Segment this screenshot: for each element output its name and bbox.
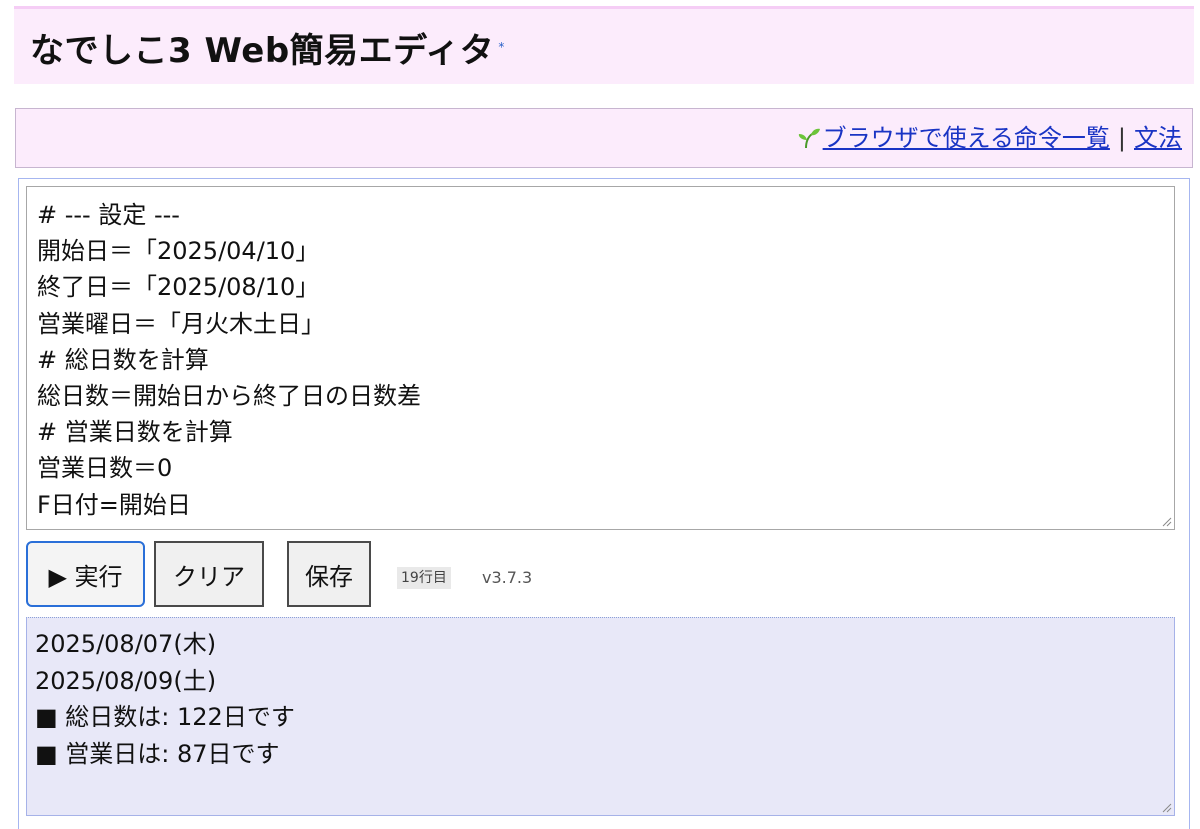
code-line: 営業日数＝0 [37,454,173,483]
code-line: # 営業日数を計算 [37,418,233,447]
page-title: なでしこ3 Web簡易エディタ * [30,31,505,71]
code-line: 営業曜日＝「月火木土日」 [37,309,325,338]
link-separator: | [1117,124,1126,152]
title-bar: なでしこ3 Web簡易エディタ * [14,6,1194,84]
link-bar: ブラウザで使える命令一覧 | 文法 [15,108,1193,168]
code-line: F日付=開始日 [37,490,191,519]
output-area[interactable]: 2025/08/07(木) 2025/08/09(土) ■ 総日数は: 122日です… [26,617,1175,816]
commands-link-label: ブラウザで使える命令一覧 [822,124,1110,152]
code-line: 開始日＝「2025/04/10」 [37,237,320,266]
commands-link[interactable]: ブラウザで使える命令一覧 [795,124,1110,152]
save-button[interactable]: 保存 [287,541,371,607]
output-lines: 2025/08/07(木) 2025/08/09(土) ■ 総日数は: 122日です… [35,626,295,772]
code-editor[interactable]: # --- 設定 --- 開始日＝「2025/04/10」 終了日＝「2025/08… [26,186,1175,530]
code-line: 総日数＝開始日から終了日の日数差 [37,382,421,411]
output-line: 2025/08/09(土) [35,666,217,695]
grammar-link[interactable]: 文法 [1134,124,1182,152]
sprout-icon [798,128,820,149]
code-line: # 総日数を計算 [37,345,209,374]
link-group: ブラウザで使える命令一覧 | 文法 [795,122,1182,154]
output-resize-grip-icon[interactable] [1160,801,1172,813]
clear-button[interactable]: クリア [154,541,264,607]
code-line: # --- 設定 --- [37,201,180,229]
output-line: 2025/08/07(木) [35,630,217,658]
code-lines: # --- 設定 --- 開始日＝「2025/04/10」 終了日＝「2025/08… [37,197,421,523]
run-button[interactable]: ▶ 実行 [26,541,145,607]
line-count-badge: 19行目 [397,567,451,589]
title-mark: * [498,40,505,54]
page-title-text: なでしこ3 Web簡易エディタ [30,31,495,71]
editor-page: なでしこ3 Web簡易エディタ * ブラウザで使える命令一覧 | 文法 # --- 設… [0,0,1200,829]
output-line: ■ 総日数は: 122日です [35,703,295,731]
version-label: v3.7.3 [482,568,533,587]
code-line: 終了日＝「2025/08/10」 [37,273,320,302]
output-line: ■ 営業日は: 87日です [35,739,280,768]
resize-grip-icon[interactable] [1160,515,1172,527]
